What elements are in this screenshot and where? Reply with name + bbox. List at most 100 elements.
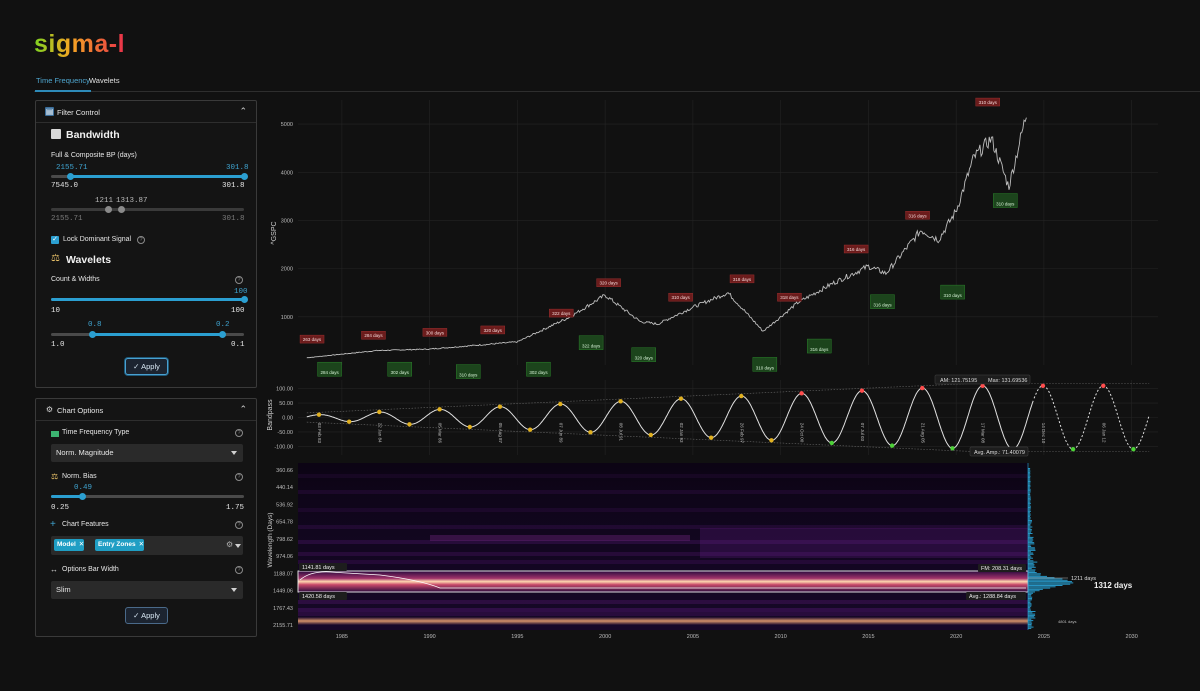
cycle-date-label: 03 Feb 83 — [317, 423, 322, 444]
trough-point — [708, 435, 714, 440]
histogram-bar — [1028, 613, 1036, 615]
avg-label: Avg.: 1288.84 days — [969, 594, 1016, 600]
histogram-bar — [1028, 468, 1031, 469]
cycle-date-label: 14 Dec 10 — [1041, 423, 1046, 444]
histogram-bar — [1028, 504, 1031, 506]
histogram-bar — [1028, 618, 1032, 620]
cycle-date-label: 05 Aug 87 — [498, 423, 503, 444]
peak-label: 310 days — [979, 100, 998, 105]
histogram-bar — [1028, 560, 1034, 562]
histogram-bar — [1028, 608, 1031, 610]
band-top-label: 1141.81 days — [302, 565, 335, 571]
histogram-bar — [1028, 595, 1032, 597]
histogram-bar — [1028, 517, 1031, 519]
x-tick-label: 2005 — [687, 634, 699, 640]
avg-badge: Avg.: 1288.84 days — [966, 592, 1026, 600]
histogram-bar — [1028, 562, 1034, 564]
x-tick-label: 2015 — [862, 634, 874, 640]
peak-point — [1101, 383, 1106, 388]
y-tick-label: -50.00 — [277, 430, 293, 436]
histogram-bar — [1028, 501, 1031, 503]
histogram-bar — [1028, 488, 1031, 490]
histogram-bar — [1028, 514, 1031, 516]
histogram-bar — [1028, 627, 1032, 629]
histogram-bar — [1028, 536, 1034, 538]
peak-label: 320 days — [484, 328, 503, 333]
y-tick-label: 798.62 — [276, 537, 293, 543]
price-chart: ^GSPC 1000 2000 3000 4000 5000 263 days 284 d… — [271, 97, 1158, 379]
trough-point — [527, 427, 533, 432]
histogram-bar — [1028, 527, 1031, 529]
histogram-bar — [1028, 617, 1036, 619]
y-tick-label: 974.06 — [276, 554, 293, 560]
hist-label-c: 4801 days — [1058, 619, 1076, 624]
histogram-bar — [1028, 507, 1031, 508]
histogram-bar — [1028, 594, 1032, 596]
trough-label: 310 days — [459, 373, 478, 378]
fm-label: FM: 208.31 days — [981, 566, 1022, 572]
histogram-bar — [1028, 572, 1037, 573]
histogram-bar — [1028, 575, 1047, 577]
y-tick-label: 1188.07 — [274, 571, 293, 577]
trough-label: 310 days — [944, 293, 963, 298]
histogram-bar — [1028, 543, 1035, 545]
y-tick-label: 2155.71 — [273, 623, 293, 629]
wavelength-histogram — [1027, 463, 1074, 630]
histogram-bar — [1028, 581, 1072, 583]
histogram-bar — [1028, 551, 1031, 553]
hist-label-a: 1211 days — [1071, 576, 1096, 582]
histogram-bar — [1028, 535, 1031, 537]
histogram-bar — [1028, 522, 1032, 524]
wavelet-band — [298, 490, 1028, 494]
histogram-bar — [1028, 548, 1036, 550]
histogram-bar — [1028, 574, 1041, 576]
peak-label: 318 days — [733, 277, 752, 282]
histogram-bar — [1028, 482, 1031, 484]
histogram-bar — [1028, 607, 1031, 609]
histogram-bar — [1028, 491, 1031, 493]
y-tick-label: 5000 — [281, 122, 293, 128]
histogram-bar — [1028, 525, 1031, 527]
wavelet-band — [298, 474, 1028, 478]
trough-point — [829, 440, 834, 446]
trough-point — [346, 419, 352, 424]
histogram-bar — [1028, 612, 1033, 614]
histogram-bar — [1028, 497, 1031, 499]
histogram-bar — [1028, 529, 1032, 531]
histogram-bar — [1028, 505, 1031, 507]
histogram-bar — [1028, 508, 1031, 510]
histogram-bar — [1028, 600, 1031, 602]
cycle-date-label: 06 Jan 12 — [1101, 423, 1106, 443]
peak-point — [678, 396, 684, 401]
histogram-bar — [1028, 556, 1032, 558]
histogram-bar — [1028, 520, 1032, 521]
peak-label: 263 days — [303, 337, 322, 342]
cycle-date-label: 08 Jul 91 — [619, 423, 624, 442]
peak-point — [799, 391, 804, 396]
histogram-bar — [1028, 470, 1031, 472]
bandpass-y-axis-label: Bandpass — [267, 399, 274, 431]
histogram-bar — [1028, 530, 1032, 532]
wavelet-band — [298, 508, 1028, 512]
x-tick-label: 2010 — [775, 634, 787, 640]
peak-point — [739, 393, 744, 399]
histogram-bar — [1028, 625, 1032, 627]
peak-label: 300 days — [426, 330, 445, 335]
histogram-bar — [1028, 549, 1036, 551]
histogram-bar — [1028, 490, 1031, 492]
histogram-bar — [1028, 559, 1031, 560]
histogram-bar — [1028, 555, 1031, 557]
histogram-bar — [1028, 570, 1035, 572]
cycle-date-label: 21 Aug 05 — [920, 423, 925, 444]
trough-point — [769, 438, 774, 443]
peak-label: 318 days — [780, 295, 799, 300]
histogram-bar — [1028, 620, 1034, 622]
histogram-bar — [1028, 626, 1034, 628]
y-tick-label: 654.78 — [276, 520, 293, 526]
histogram-bar — [1028, 486, 1031, 488]
peak-point — [859, 388, 865, 393]
x-tick-label: 1990 — [424, 634, 436, 640]
histogram-bar — [1028, 473, 1031, 475]
histogram-bar — [1028, 585, 1063, 586]
peak-point — [618, 399, 623, 404]
